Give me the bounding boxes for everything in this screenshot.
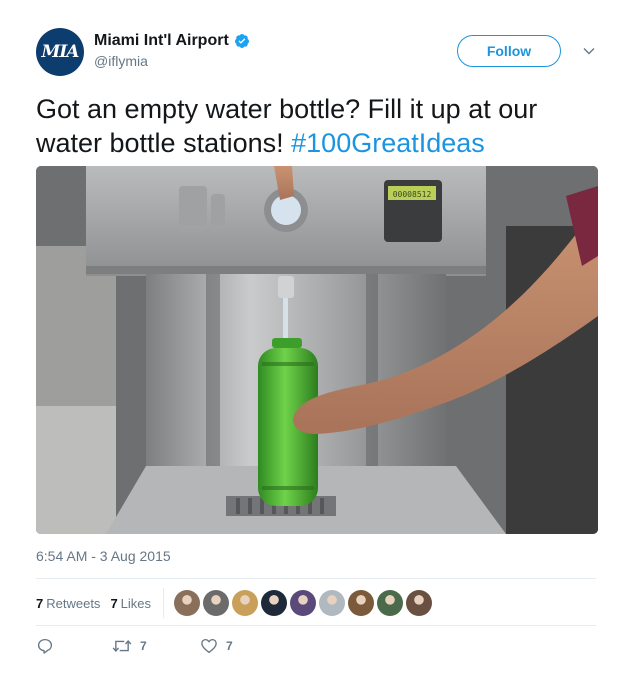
tweet-text: Got an empty water bottle? Fill it up at… — [36, 92, 596, 160]
liker-avatar[interactable] — [203, 590, 230, 616]
likes-count: 7 — [110, 595, 118, 611]
likes-stat[interactable]: 7 Likes — [110, 596, 151, 611]
follow-button[interactable]: Follow — [457, 35, 561, 67]
liker-avatar[interactable] — [406, 590, 433, 616]
divider-bottom — [36, 625, 596, 626]
account-handle[interactable]: @iflymia — [94, 53, 250, 69]
likes-label: Likes — [120, 595, 152, 611]
reply-action[interactable] — [36, 637, 112, 655]
divider-top — [36, 578, 596, 579]
photo-illustration: 00008512 — [36, 166, 598, 534]
heart-icon — [201, 638, 217, 654]
retweets-stat[interactable]: 7 Retweets — [36, 596, 100, 611]
like-count: 7 — [226, 639, 233, 653]
tweet-photo[interactable]: 00008512 — [36, 166, 598, 534]
retweet-icon — [112, 639, 132, 653]
retweets-count: 7 — [36, 595, 44, 611]
retweets-label: Retweets — [46, 595, 101, 611]
liker-avatars — [174, 590, 433, 616]
tweet-header: MIA Miami Int'l Airport @iflymia Follow — [36, 28, 606, 80]
account-name-block: Miami Int'l Airport @iflymia — [94, 32, 250, 69]
hashtag-link[interactable]: #100GreatIdeas — [291, 128, 485, 158]
liker-avatar[interactable] — [261, 590, 288, 616]
account-avatar[interactable]: MIA — [36, 28, 84, 76]
reply-icon — [37, 638, 53, 654]
liker-avatar[interactable] — [174, 590, 201, 616]
like-action[interactable]: 7 — [200, 637, 233, 655]
liker-avatar[interactable] — [319, 590, 346, 616]
verified-badge-icon — [234, 34, 249, 48]
tweet-stats: 7 Retweets 7 Likes — [36, 586, 433, 620]
liker-avatar[interactable] — [232, 590, 259, 616]
avatar-logo-text: MIA — [41, 42, 80, 62]
counter-readout: 00008512 — [393, 190, 432, 199]
liker-avatar[interactable] — [348, 590, 375, 616]
tweet-timestamp[interactable]: 6:54 AM - 3 Aug 2015 — [36, 548, 171, 564]
liker-avatar[interactable] — [290, 590, 317, 616]
liker-avatar[interactable] — [377, 590, 404, 616]
display-name-row[interactable]: Miami Int'l Airport — [94, 32, 250, 50]
stats-separator — [163, 588, 165, 618]
display-name[interactable]: Miami Int'l Airport — [94, 32, 229, 50]
retweet-action[interactable]: 7 — [112, 637, 200, 655]
chevron-down-icon[interactable] — [582, 44, 596, 58]
tweet-actions: 7 7 — [36, 637, 233, 655]
retweet-count: 7 — [140, 639, 147, 653]
